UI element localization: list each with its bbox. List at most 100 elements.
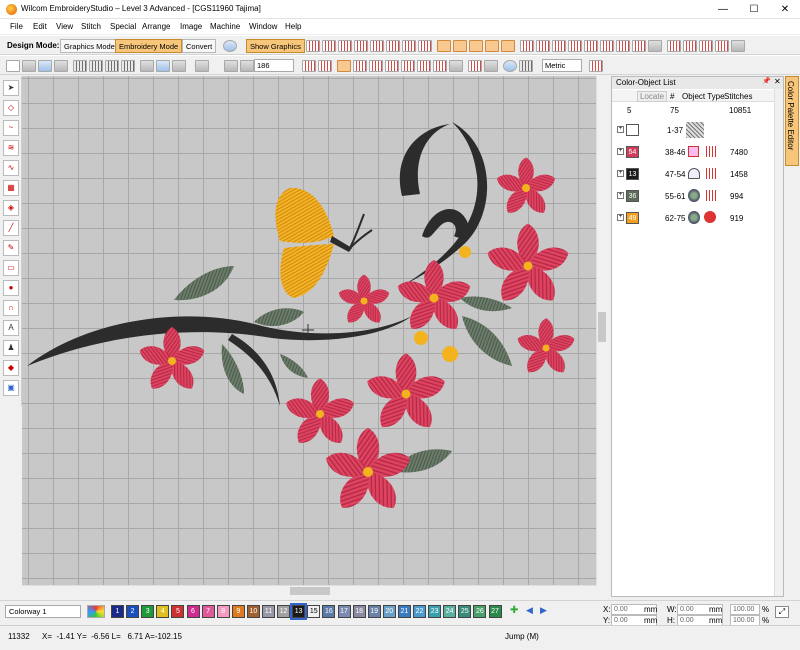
undo-icon[interactable] (172, 60, 186, 72)
scale-x-field[interactable]: 100.00 (730, 604, 760, 615)
color-palette-editor-tab[interactable]: Color Palette Editor (785, 76, 799, 166)
duplicate-icon[interactable] (121, 60, 135, 72)
tool-d-icon[interactable] (385, 60, 399, 72)
color-well[interactable]: 8 (216, 605, 230, 618)
tool-a-icon[interactable] (337, 60, 351, 72)
tool-g-icon[interactable] (433, 60, 447, 72)
expand-icon[interactable]: + (617, 214, 624, 221)
photo-flash-icon[interactable]: ▣ (3, 380, 19, 396)
underlay-1-icon[interactable] (520, 40, 534, 52)
scroll-right-icon[interactable]: ▶ (540, 605, 547, 616)
color-well[interactable]: 24 (443, 605, 457, 618)
horizontal-scrollbar[interactable] (22, 585, 596, 596)
pin-icon[interactable]: 📌 (762, 77, 771, 85)
new-file-icon[interactable] (6, 60, 20, 72)
color-well[interactable]: 1 (111, 605, 124, 618)
underlay-3-icon[interactable] (552, 40, 566, 52)
tool-c-icon[interactable] (369, 60, 383, 72)
color-well[interactable]: 22 (413, 605, 426, 618)
color-well[interactable]: 19 (367, 605, 381, 618)
color-well[interactable]: 23 (428, 605, 442, 618)
units-select[interactable]: Metric (542, 59, 582, 72)
panel-close-icon[interactable]: ✕ (774, 77, 781, 86)
effect-3-icon[interactable] (469, 40, 483, 52)
effect-4-icon[interactable] (485, 40, 499, 52)
rectangle-icon[interactable]: ▭ (3, 260, 19, 276)
menu-window[interactable]: Window (249, 22, 277, 31)
underlay-8-icon[interactable] (632, 40, 646, 52)
expand-icon[interactable]: + (617, 148, 624, 155)
effect-2-icon[interactable] (453, 40, 467, 52)
tool-e-icon[interactable] (401, 60, 415, 72)
open-file-icon[interactable] (22, 60, 36, 72)
convert-button[interactable]: Convert (182, 39, 217, 53)
horizontal-scroll-thumb[interactable] (290, 587, 330, 595)
color-well[interactable]: 2 (126, 605, 140, 618)
pen-tool-icon[interactable]: ✎ (3, 240, 19, 256)
menu-arrange[interactable]: Arrange (142, 22, 170, 31)
run-line-icon[interactable]: ~ (3, 120, 19, 136)
satin-column-icon[interactable]: ≋ (3, 140, 19, 156)
underlay-7-icon[interactable] (616, 40, 630, 52)
menu-special[interactable]: Special (110, 22, 136, 31)
globe-icon[interactable] (223, 40, 237, 52)
color-well[interactable]: 9 (231, 605, 245, 618)
scroll-left-icon[interactable]: ◀ (526, 605, 533, 616)
scissors-icon[interactable] (140, 60, 154, 72)
color-well[interactable]: 21 (397, 605, 411, 618)
color-well[interactable]: 15 (307, 605, 321, 618)
lock-proportions-icon[interactable]: ⤢ (775, 606, 789, 618)
expand-icon[interactable]: + (617, 192, 624, 199)
underlay-2-icon[interactable] (536, 40, 550, 52)
monogram-icon[interactable]: ♟ (3, 340, 19, 356)
add-color-icon[interactable]: ✚ (510, 605, 518, 616)
zoom-factor-field[interactable]: 186 (254, 59, 294, 72)
save-icon[interactable] (38, 60, 52, 72)
arrange-3-icon[interactable] (699, 40, 713, 52)
stitch-type-tatami-icon[interactable] (338, 40, 352, 52)
lettering-icon[interactable]: A (3, 320, 19, 336)
tool-h-icon[interactable] (449, 60, 463, 72)
locate-button[interactable]: Locate (637, 91, 668, 102)
stitch-type-fill-icon[interactable] (354, 40, 368, 52)
effect-5-icon[interactable] (501, 40, 515, 52)
colorway-palette-icon[interactable] (87, 605, 105, 618)
underlay-5-icon[interactable] (584, 40, 598, 52)
design-canvas[interactable] (22, 76, 596, 585)
color-well[interactable]: 13 (290, 603, 308, 620)
color-well[interactable]: 3 (141, 605, 155, 618)
arrange-2-icon[interactable] (683, 40, 697, 52)
circle-icon[interactable]: ● (3, 280, 19, 296)
embroidery-mode-button[interactable]: Embroidery Mode (115, 39, 183, 53)
menu-machine[interactable]: Machine (210, 22, 240, 31)
color-well[interactable]: 17 (337, 605, 351, 618)
color-well[interactable]: 10 (246, 605, 260, 618)
list-item[interactable]: + 1-37 (612, 119, 783, 141)
zigzag-icon[interactable]: ∿ (3, 160, 19, 176)
expand-icon[interactable]: + (617, 170, 624, 177)
line-tool-icon[interactable]: ╱ (3, 220, 19, 236)
reshape-icon[interactable]: ◇ (3, 100, 19, 116)
stitch-type-motif-icon[interactable] (402, 40, 416, 52)
color-well[interactable]: 18 (352, 605, 366, 618)
menu-file[interactable]: File (10, 22, 23, 31)
tool-j-icon[interactable] (484, 60, 498, 72)
color-well[interactable]: 6 (186, 605, 200, 618)
arrange-1-icon[interactable] (667, 40, 681, 52)
color-well[interactable]: 12 (277, 605, 291, 618)
zoom-icon[interactable] (224, 60, 238, 72)
stitch-type-cross-icon[interactable] (418, 40, 432, 52)
show-graphics-button[interactable]: Show Graphics (246, 39, 305, 53)
zoom-box-icon[interactable] (240, 60, 254, 72)
redo-icon[interactable] (195, 60, 209, 72)
graphics-mode-button[interactable]: Graphics Mode (60, 39, 119, 53)
menu-view[interactable]: View (56, 22, 73, 31)
effect-1-icon[interactable] (437, 40, 451, 52)
print-icon[interactable] (54, 60, 68, 72)
color-well[interactable]: 11 (262, 605, 275, 618)
measure-icon[interactable] (589, 60, 603, 72)
list-item[interactable]: + 54 38-46 7480 (612, 141, 783, 163)
underlay-4-icon[interactable] (568, 40, 582, 52)
list-item[interactable]: + 36 55-61 994 (612, 185, 783, 207)
color-well[interactable]: 20 (382, 605, 396, 618)
